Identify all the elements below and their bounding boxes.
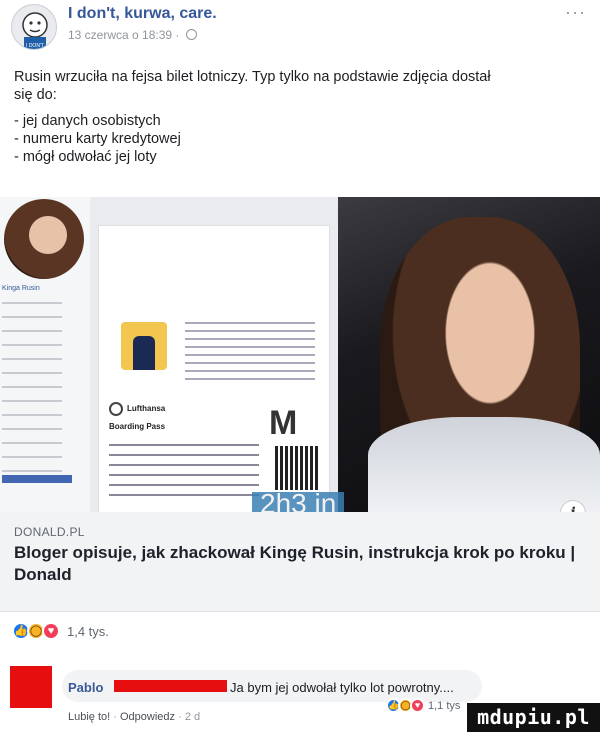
post-text: Rusin wrzuciła na fejsa bilet lotniczy. … bbox=[14, 68, 589, 166]
boarding-pass-screenshot: Lufthansa Boarding Pass M bbox=[90, 197, 338, 512]
ticket-illustration-person bbox=[133, 336, 155, 370]
lufthansa-logo-icon bbox=[109, 402, 123, 416]
link-title[interactable]: Bloger opisuje, jak zhackował Kingę Rusi… bbox=[14, 542, 584, 586]
site-watermark-logo: mdupiu.pl bbox=[467, 703, 600, 732]
profile-screenshot-panel: Kinga Rusin bbox=[0, 197, 90, 512]
commenter-avatar[interactable] bbox=[10, 666, 52, 708]
ticket-qr-code bbox=[275, 446, 319, 490]
ticket-letter: M bbox=[269, 404, 298, 442]
profile-sidebar-lines bbox=[2, 302, 62, 472]
reactions-summary[interactable]: 👍 ◯ ♥ 1,4 tys. bbox=[12, 620, 109, 642]
ticket-text-lines bbox=[185, 322, 315, 382]
portrait-fur-collar bbox=[368, 417, 600, 512]
separator: · bbox=[113, 711, 117, 723]
page-name[interactable]: I don't, kurwa, care. bbox=[68, 5, 217, 23]
post-text-line: się do: bbox=[14, 87, 57, 103]
link-caption[interactable]: DONALD.PL Bloger opisuje, jak zhackował … bbox=[0, 512, 600, 612]
comment-reaction-count: 1,1 tys bbox=[428, 699, 461, 712]
post-text-spacer bbox=[14, 104, 589, 112]
cartoon-face-icon: I DON'T bbox=[22, 12, 48, 49]
post-date: 13 czerwca o 18:39 · bbox=[68, 28, 180, 42]
more-options-button[interactable]: ··· bbox=[565, 2, 586, 23]
redaction-bar bbox=[114, 680, 227, 692]
commenter-name[interactable]: Pablo bbox=[68, 680, 103, 695]
post-text-line: Rusin wrzuciła na fejsa bilet lotniczy. … bbox=[14, 69, 491, 85]
post-text-line: - numeru karty kredytowej bbox=[14, 131, 181, 147]
link-domain: DONALD.PL bbox=[14, 525, 85, 539]
ticket-card: Lufthansa Boarding Pass M bbox=[98, 225, 330, 512]
profile-name: Kinga Rusin bbox=[2, 285, 40, 292]
profile-photo bbox=[4, 199, 84, 279]
ticket-airline: Lufthansa bbox=[127, 404, 166, 413]
profile-button bbox=[2, 475, 72, 483]
svg-text:I DON'T: I DON'T bbox=[26, 43, 44, 49]
reaction-count[interactable]: 1,4 tys. bbox=[67, 624, 109, 639]
globe-icon bbox=[185, 29, 197, 40]
separator: · bbox=[178, 711, 182, 723]
comment-actions: Lubię to! · Odpowiedz · 2 d bbox=[68, 711, 200, 723]
page-avatar[interactable]: I DON'T bbox=[11, 4, 57, 50]
comment-reply-link[interactable]: Odpowiedz bbox=[120, 711, 175, 723]
comment-text: Ja bym jej odwołał tylko lot powrotny...… bbox=[230, 680, 454, 695]
love-icon: ♥ bbox=[410, 698, 425, 713]
comment-reactions[interactable]: 👍 ◯ ♥ 1,1 tys bbox=[386, 698, 460, 713]
love-icon: ♥ bbox=[42, 622, 60, 640]
post-text-line: - jej danych osobistych bbox=[14, 113, 161, 129]
comment-like-link[interactable]: Lubię to! bbox=[68, 711, 110, 723]
link-preview-image[interactable]: Kinga Rusin Lufthansa Boarding Pass M bbox=[0, 197, 600, 512]
ticket-details-lines bbox=[109, 444, 259, 500]
post-text-line: - mógł odwołać jej loty bbox=[14, 149, 157, 165]
comment-age[interactable]: 2 d bbox=[185, 711, 200, 723]
post-header: I DON'T I don't, kurwa, care. 13 czerwca… bbox=[0, 0, 600, 60]
post-timestamp[interactable]: 13 czerwca o 18:39 · bbox=[68, 28, 197, 42]
ticket-title: Boarding Pass bbox=[109, 422, 166, 431]
